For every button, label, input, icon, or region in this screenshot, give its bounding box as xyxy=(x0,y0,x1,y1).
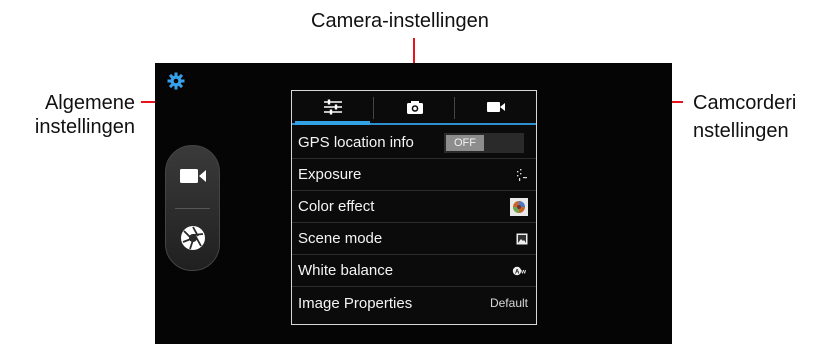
settings-tabs xyxy=(292,91,536,125)
shutter-icon xyxy=(180,226,205,250)
setting-exposure[interactable]: Exposure xyxy=(292,159,536,191)
callout-general-settings: Algemene instellingen xyxy=(25,91,135,139)
setting-image-properties[interactable]: Image Properties Default xyxy=(292,287,536,319)
camera-icon xyxy=(406,100,423,114)
callout-general-line1: Algemene xyxy=(44,92,135,114)
setting-color-effect[interactable]: Color effect xyxy=(292,191,536,223)
setting-label: Scene mode xyxy=(298,230,383,247)
setting-label: Exposure xyxy=(298,166,362,183)
setting-scene-mode[interactable]: Scene mode xyxy=(292,223,536,255)
setting-label: Color effect xyxy=(298,198,375,215)
video-mode-button[interactable] xyxy=(166,156,219,196)
callout-camcorder-settings-line2: nstellingen xyxy=(693,120,789,142)
callout-camera-settings: Camera-instellingen xyxy=(311,10,489,32)
svg-text:A: A xyxy=(515,269,520,275)
color-effect-icon xyxy=(510,191,528,222)
setting-label: White balance xyxy=(298,262,394,279)
auto-white-balance-icon: A w xyxy=(512,255,528,286)
photo-mode-button[interactable] xyxy=(166,218,219,258)
tab-camera[interactable] xyxy=(374,91,455,123)
gear-icon[interactable] xyxy=(167,72,185,90)
setting-gps-location-info[interactable]: GPS location info OFF xyxy=(292,127,536,159)
svg-text:w: w xyxy=(520,269,526,275)
sliders-icon xyxy=(323,99,342,115)
settings-panel: GPS location info OFF Exposure Color eff… xyxy=(291,90,537,325)
scene-mode-icon xyxy=(516,223,528,254)
tab-general[interactable] xyxy=(292,91,373,125)
image-properties-value: Default xyxy=(489,295,528,310)
gps-toggle[interactable]: OFF xyxy=(444,133,524,153)
tab-camcorder[interactable] xyxy=(455,91,536,123)
callout-camcorder-settings: Camcorderi xyxy=(693,92,797,114)
camera-screen: GPS location info OFF Exposure Color eff… xyxy=(155,63,672,344)
exposure-icon xyxy=(516,159,528,190)
setting-white-balance[interactable]: White balance A w xyxy=(292,255,536,287)
toggle-off-label: OFF xyxy=(446,135,484,151)
video-camera-icon xyxy=(179,169,206,183)
mode-switcher xyxy=(165,145,220,271)
mode-separator xyxy=(175,208,210,209)
callout-general-line2: instellingen xyxy=(34,116,135,138)
video-camera-icon xyxy=(486,102,505,112)
